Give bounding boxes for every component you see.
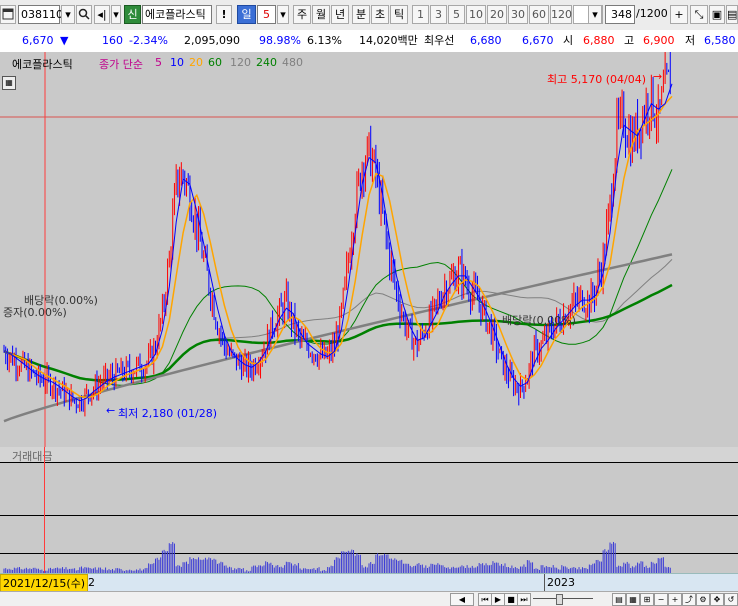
volume-bars [3,541,671,573]
dividend-annotation-2: 배당락(0.00%) [502,314,576,327]
first-page-icon[interactable]: ⏮ [478,593,492,606]
interval-10[interactable]: 10 [466,5,486,24]
legend-ma-240: 240 [256,56,277,69]
legend-ma-480: 480 [282,56,303,69]
print-icon[interactable]: ▤ [726,5,738,24]
time-axis: 2021/12/15(수) 2 2023 [0,573,738,593]
legend-ma-20: 20 [189,56,203,69]
interval-30[interactable]: 30 [508,5,528,24]
stop-icon[interactable]: ■ [504,593,518,606]
dropdown-icon[interactable]: ▾ [588,5,602,24]
reset-icon[interactable]: ↺ [724,593,738,606]
period-value[interactable]: 5 [257,5,276,24]
arrow-right-icon: → [653,70,663,83]
search-icon[interactable] [76,5,92,24]
play-icon[interactable]: ▶ [491,593,505,606]
layout-icon[interactable]: ▤ [612,593,626,606]
down-arrow-icon: ▼ [60,34,69,47]
chart-tool-icon[interactable]: ⤡ [690,5,708,24]
tab-second[interactable]: 초 [371,5,389,24]
high-label: 고 [624,34,635,47]
tab-year[interactable]: 년 [331,5,349,24]
scroll-left-icon[interactable]: ◀ [450,593,474,606]
trade-amount: 14,020백만 [359,34,418,47]
low-arrow-icon: ← [106,404,116,417]
chart-scrollbar[interactable]: ◀ ⏮ ▶ ■ ⏭ ▤ ▦ ⊞ − + ⤴ ⚙ ✥ ↺ [0,591,738,606]
prev-item-icon[interactable]: ◂| [94,5,110,24]
quote-bar: 6,670 ▼ 160 -2.34% 2,095,090 98.98% 6.13… [0,30,738,53]
chart-add-icon[interactable]: + [670,5,688,24]
ma-5-line [3,83,673,402]
calculator-icon[interactable]: ▦ [2,76,16,90]
price-change: 160 [102,34,123,47]
legend-ma-5: 5 [155,56,162,69]
volume-ratio: 98.98% [259,34,301,47]
chart-icon[interactable]: ⊞ [640,593,654,606]
tab-week[interactable]: 주 [293,5,311,24]
legend-ma-60: 60 [208,56,222,69]
pan-icon[interactable]: ✥ [710,593,724,606]
dropdown-icon[interactable]: ▾ [111,5,121,24]
interval-1[interactable]: 1 [412,5,429,24]
high-price: 6,900 [643,34,675,47]
best-quote-label: 최우선 [424,34,455,47]
tab-month[interactable]: 월 [312,5,330,24]
dropdown-icon[interactable]: ▾ [277,5,289,24]
legend-ma-120: 120 [230,56,251,69]
short-ma-layer [3,83,673,402]
alert-icon[interactable]: ! [216,5,232,24]
low-label: 저 [685,34,696,47]
trade-amount-panel[interactable]: 거래대금 [0,447,738,573]
legend-ma-label: 종가 단순 [99,58,143,71]
candle-layer [3,52,671,417]
rights-annotation: 증자(0.00%) [3,306,67,319]
zoom-slider-track[interactable] [533,598,593,599]
price-chart[interactable]: 에코플라스틱 종가 단순 5 10 20 60 120 240 480 ▦ 최고… [0,52,738,447]
last-page-icon[interactable]: ⏭ [517,593,531,606]
axis-year-label: 2023 [547,576,575,589]
interval-5[interactable]: 5 [448,5,465,24]
save-icon[interactable]: ▣ [709,5,725,24]
window-icon[interactable] [0,5,16,24]
legend-ma-10: 10 [170,56,184,69]
dropdown-icon[interactable]: ▾ [61,5,75,24]
current-price: 6,670 [22,34,54,47]
tab-minute[interactable]: 분 [352,5,370,24]
tab-day[interactable]: 일 [237,5,256,24]
low-annotation: 최저 2,180 (01/28) [118,407,218,420]
zoom-out-icon[interactable]: − [654,593,668,606]
price-change-pct: -2.34% [129,34,168,47]
open-price: 6,880 [583,34,615,47]
trend-icon[interactable]: ⤴ [682,593,696,606]
volume-value: 2,095,090 [184,34,240,47]
interval-120[interactable]: 120 [550,5,572,24]
settings-icon[interactable]: ⚙ [696,593,710,606]
best-bid: 6,670 [522,34,554,47]
best-ask: 6,680 [470,34,502,47]
legend-stock-name: 에코플라스틱 [12,58,73,71]
count-total: /1200 [636,7,668,20]
credit-badge: 신 [124,5,141,24]
interval-3[interactable]: 3 [430,5,447,24]
axis-prev-label: 2 [88,576,95,589]
year-divider [544,574,545,591]
tab-tick[interactable]: 틱 [390,5,408,24]
code-input[interactable]: 038110 [18,5,63,24]
count-input[interactable]: 348 [605,5,635,24]
zoom-slider-thumb[interactable] [556,594,563,605]
toolbar: 038110 ▾ ◂| ▾ 신 에코플라스틱 ! 일 5 ▾ 주 월 년 분 초… [0,0,738,31]
zoom-in-icon[interactable]: + [668,593,682,606]
grid-icon[interactable]: ▦ [626,593,640,606]
turnover-rate: 6.13% [307,34,342,47]
interval-20[interactable]: 20 [487,5,507,24]
high-annotation: 최고 5,170 (04/04) [547,73,647,86]
open-label: 시 [563,34,574,47]
ma-20-line [3,95,673,399]
interval-60[interactable]: 60 [529,5,549,24]
price-chart-canvas [0,52,738,447]
stock-name-field[interactable]: 에코플라스틱 [142,5,212,24]
low-price: 6,580 [704,34,736,47]
